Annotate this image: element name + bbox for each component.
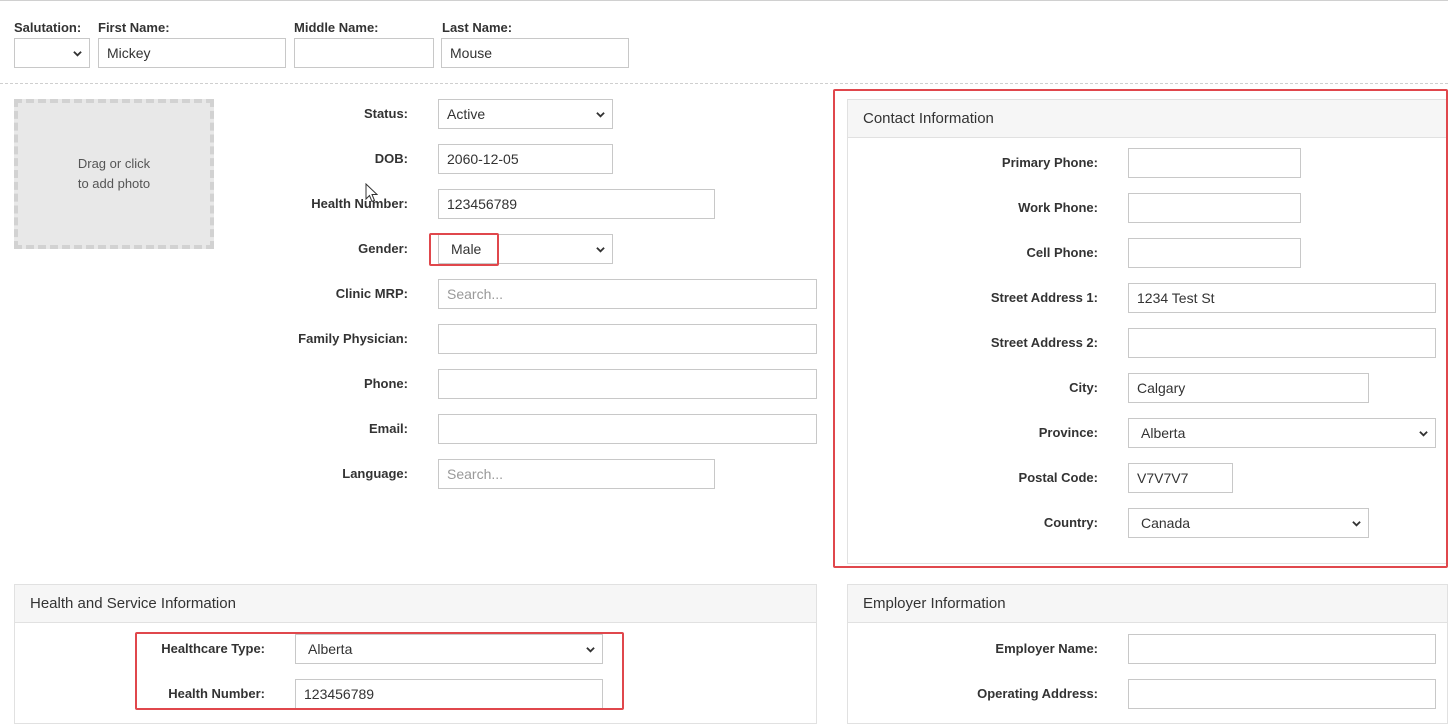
primary-phone-label: Primary Phone: xyxy=(1001,155,1098,170)
street-address-2-label: Street Address 2: xyxy=(990,335,1098,350)
phone-label: Phone: xyxy=(363,376,408,391)
work-phone-input[interactable] xyxy=(1128,193,1301,223)
last-name-input[interactable]: Mouse xyxy=(441,38,629,68)
middle-name-input[interactable] xyxy=(294,38,434,68)
salutation-label: Salutation: xyxy=(14,20,82,35)
dob-label: DOB: xyxy=(374,151,408,166)
top-divider xyxy=(0,0,1448,1)
country-select[interactable]: Canada xyxy=(1128,508,1369,538)
operating-address-label: Operating Address: xyxy=(977,686,1098,701)
service-health-number-label: Health Number: xyxy=(168,686,265,701)
middle-name-label: Middle Name: xyxy=(294,20,379,35)
country-label: Country: xyxy=(1043,515,1098,530)
first-name-label: First Name: xyxy=(98,20,170,35)
email-label: Email: xyxy=(368,421,408,436)
first-name-input[interactable]: Mickey xyxy=(98,38,286,68)
cell-phone-input[interactable] xyxy=(1128,238,1301,268)
clinic-mrp-search[interactable]: Search... xyxy=(438,279,817,309)
photo-hint-line1: Drag or click xyxy=(77,156,151,171)
city-label: City: xyxy=(1069,380,1098,395)
operating-address-input[interactable] xyxy=(1128,679,1436,709)
photo-hint-line2: to add photo xyxy=(77,176,151,191)
family-physician-label: Family Physician: xyxy=(298,331,408,346)
chevron-down-icon xyxy=(1352,521,1361,527)
street-address-2-input[interactable] xyxy=(1128,328,1436,358)
province-select[interactable]: Alberta xyxy=(1128,418,1436,448)
service-health-number-input[interactable]: 123456789 xyxy=(295,679,603,709)
chevron-down-icon xyxy=(73,51,82,57)
health-service-panel-title: Health and Service Information xyxy=(15,585,816,623)
chevron-down-icon xyxy=(586,647,595,653)
street-address-1-label: Street Address 1: xyxy=(990,290,1098,305)
gender-select[interactable]: Male xyxy=(438,234,613,264)
contact-panel-title: Contact Information xyxy=(848,100,1447,138)
phone-input[interactable] xyxy=(438,369,817,399)
chevron-down-icon xyxy=(1419,431,1428,437)
postal-code-input[interactable]: V7V7V7 xyxy=(1128,463,1233,493)
section-divider xyxy=(0,83,1448,84)
province-label: Province: xyxy=(1038,425,1098,440)
health-number-input[interactable]: 123456789 xyxy=(438,189,715,219)
dob-input[interactable]: 2060-12-05 xyxy=(438,144,613,174)
language-search[interactable]: Search... xyxy=(438,459,715,489)
employer-name-label: Employer Name: xyxy=(995,641,1098,656)
language-label: Language: xyxy=(342,466,408,481)
street-address-1-input[interactable]: 1234 Test St xyxy=(1128,283,1436,313)
status-label: Status: xyxy=(363,106,408,121)
chevron-down-icon xyxy=(596,112,605,118)
family-physician-input[interactable] xyxy=(438,324,817,354)
primary-phone-input[interactable] xyxy=(1128,148,1301,178)
work-phone-label: Work Phone: xyxy=(1018,200,1098,215)
health-number-label: Health Number: xyxy=(311,196,408,211)
postal-code-label: Postal Code: xyxy=(1018,470,1098,485)
employer-panel-title: Employer Information xyxy=(848,585,1447,623)
chevron-down-icon xyxy=(596,247,605,253)
last-name-label: Last Name: xyxy=(442,20,513,35)
clinic-mrp-label: Clinic MRP: xyxy=(335,286,408,301)
salutation-select[interactable] xyxy=(14,38,90,68)
status-select[interactable]: Active xyxy=(438,99,613,129)
cell-phone-label: Cell Phone: xyxy=(1026,245,1098,260)
email-input[interactable] xyxy=(438,414,817,444)
healthcare-type-label: Healthcare Type: xyxy=(161,641,265,656)
mouse-pointer-icon xyxy=(365,183,378,203)
employer-name-input[interactable] xyxy=(1128,634,1436,664)
gender-label: Gender: xyxy=(358,241,408,256)
healthcare-type-select[interactable]: Alberta xyxy=(295,634,603,664)
photo-dropzone[interactable]: Drag or click to add photo xyxy=(14,99,214,249)
city-input[interactable]: Calgary xyxy=(1128,373,1369,403)
